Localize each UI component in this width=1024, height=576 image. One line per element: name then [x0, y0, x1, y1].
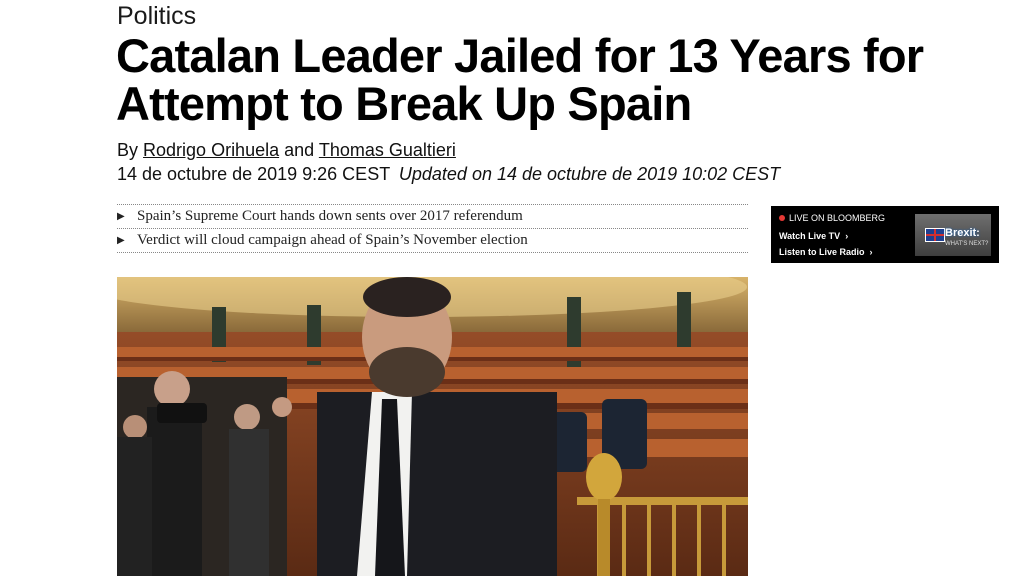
watch-live-tv-label: Watch Live TV	[779, 231, 841, 241]
thumbnail-subtitle: WHAT'S NEXT?	[945, 241, 989, 247]
updated-time: Updated on 14 de octubre de 2019 10:02 C…	[398, 164, 781, 184]
published-time: 14 de octubre de 2019 9:26 CEST	[117, 164, 390, 184]
live-label: LIVE ON BLOOMBERG	[789, 213, 886, 223]
uk-flag-icon	[925, 228, 945, 242]
byline-conjunction: and	[284, 140, 315, 160]
live-video-thumbnail[interactable]: Brexit: WHAT'S NEXT?	[915, 214, 991, 256]
listen-live-radio-link[interactable]: Listen to Live Radio ›	[779, 247, 873, 257]
author-link-1[interactable]: Rodrigo Orihuela	[143, 140, 279, 160]
abstract-item: ▶ Spain’s Supreme Court hands down sents…	[117, 205, 748, 229]
watch-live-tv-link[interactable]: Watch Live TV ›	[779, 231, 848, 241]
abstract-text: Spain’s Supreme Court hands down sents o…	[137, 208, 523, 224]
bullet-arrow-icon: ▶	[117, 211, 125, 222]
live-header: LIVE ON BLOOMBERG	[779, 213, 885, 223]
byline: By Rodrigo Orihuela and Thomas Gualtieri	[117, 140, 456, 161]
abstract-text: Verdict will cloud campaign ahead of Spa…	[137, 232, 528, 248]
listen-live-radio-label: Listen to Live Radio	[779, 247, 865, 257]
article-abstract: ▶ Spain’s Supreme Court hands down sents…	[117, 204, 748, 253]
news-photo-icon	[117, 277, 748, 576]
live-on-bloomberg-module[interactable]: LIVE ON BLOOMBERG Watch Live TV › Listen …	[771, 206, 999, 263]
abstract-item: ▶ Verdict will cloud campaign ahead of S…	[117, 229, 748, 253]
chevron-right-icon: ›	[845, 231, 849, 241]
thumbnail-title: Brexit:	[945, 227, 980, 239]
lead-photo	[117, 277, 748, 576]
bullet-arrow-icon: ▶	[117, 235, 125, 246]
live-dot-icon	[779, 215, 785, 221]
chevron-right-icon: ›	[869, 247, 873, 257]
section-label[interactable]: Politics	[117, 2, 196, 31]
dateline: 14 de octubre de 2019 9:26 CEST Updated …	[117, 164, 780, 185]
byline-prefix: By	[117, 140, 139, 160]
headline: Catalan Leader Jailed for 13 Years for A…	[116, 29, 924, 130]
author-link-2[interactable]: Thomas Gualtieri	[319, 140, 456, 160]
